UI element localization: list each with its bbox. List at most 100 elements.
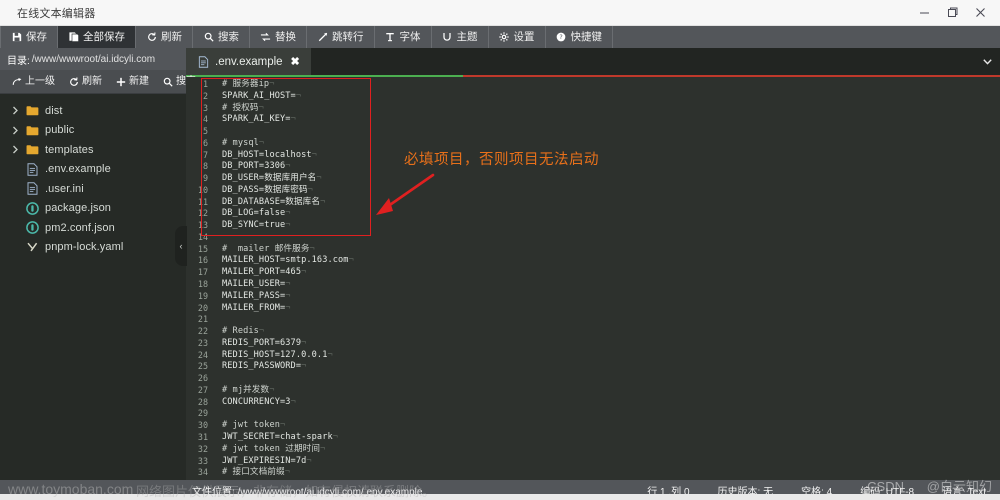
tree-item-user-ini[interactable]: .user.ini bbox=[0, 179, 186, 199]
toolbar-button-save[interactable]: 保存 bbox=[0, 26, 58, 48]
annotation-text: 必填项目，否则项目无法启动 bbox=[404, 152, 599, 168]
code-line-text[interactable]: SPARK_AI_KEY=¬ bbox=[214, 114, 1000, 126]
code-line-text[interactable]: DB_DATABASE=数据库名¬ bbox=[214, 197, 1000, 209]
tree-item-env-example[interactable]: .env.example bbox=[0, 160, 186, 180]
file-action-refresh[interactable]: 刷新 bbox=[63, 75, 108, 87]
file-actions-bar: 上一级 刷新 新建 搜 bbox=[0, 70, 196, 94]
code-line-text[interactable]: DB_PORT=3306¬ bbox=[214, 161, 1000, 173]
file-icon bbox=[26, 163, 39, 176]
tree-item-pnpm-lock-yaml[interactable]: pnpm-lock.yaml bbox=[0, 238, 186, 258]
code-line-text[interactable]: # mailer 邮件服务¬ bbox=[214, 244, 1000, 256]
code-line-text[interactable]: # 授权码¬ bbox=[214, 103, 1000, 115]
eol-marker: ¬ bbox=[285, 302, 291, 313]
eol-marker: ¬ bbox=[320, 196, 326, 207]
code-editor[interactable]: 1 # 服务器ip¬ 2 SPARK_AI_HOST=¬ 3 # 授权码¬ 4 SPARK_A… bbox=[186, 77, 1000, 480]
maximize-icon[interactable] bbox=[938, 0, 966, 26]
code-line: 24 REDIS_HOST=127.0.0.1¬ bbox=[186, 350, 1000, 362]
line-number: 8 bbox=[202, 161, 208, 172]
toolbar-button-font[interactable]: 字体 bbox=[375, 26, 432, 48]
code-line-text[interactable]: DB_USER=数据库用户名¬ bbox=[214, 173, 1000, 185]
toolbar-label: 字体 bbox=[399, 30, 421, 43]
chevron-right-icon[interactable] bbox=[11, 126, 20, 135]
line-number: 3 bbox=[202, 102, 208, 113]
chevron-down-icon[interactable] bbox=[974, 48, 1000, 75]
code-line-text[interactable]: MAILER_PASS=¬ bbox=[214, 291, 1000, 303]
code-line-text[interactable]: REDIS_HOST=127.0.0.1¬ bbox=[214, 350, 1000, 362]
file-action-new[interactable]: 新建 bbox=[110, 76, 155, 87]
code-line-text[interactable]: JWT_EXPIRESIN=7d¬ bbox=[214, 456, 1000, 468]
toolbar-label: 替换 bbox=[275, 30, 296, 43]
toolbar-label: 主题 bbox=[456, 30, 478, 43]
toolbar-button-goto-line[interactable]: 跳转行 bbox=[307, 26, 375, 48]
code-line-text[interactable]: REDIS_PASSWORD=¬ bbox=[214, 361, 1000, 373]
toolbar-button-save-all[interactable]: 全部保存 bbox=[58, 26, 136, 48]
toolbar-button-shortcuts[interactable]: ? 快捷键 bbox=[546, 26, 613, 48]
code-line-text[interactable]: CONCURRENCY=3¬ bbox=[214, 397, 1000, 409]
tree-item-label: templates bbox=[45, 143, 94, 156]
line-number: 23 bbox=[197, 337, 208, 348]
yaml-file-icon bbox=[26, 241, 39, 254]
code-line-text[interactable]: MAILER_HOST=smtp.163.com¬ bbox=[214, 255, 1000, 267]
line-number: 20 bbox=[197, 302, 208, 313]
toolbar-button-search[interactable]: 搜索 bbox=[193, 26, 250, 48]
code-line-text[interactable]: MAILER_USER=¬ bbox=[214, 279, 1000, 291]
tree-item-templates[interactable]: templates bbox=[0, 140, 186, 160]
code-line-text[interactable]: DB_HOST=localhost¬ bbox=[214, 150, 1000, 162]
eol-marker: ¬ bbox=[285, 279, 291, 290]
toolbar-button-refresh[interactable]: 刷新 bbox=[136, 26, 193, 48]
tree-item-label: .env.example bbox=[45, 163, 111, 176]
file-action-label: 刷新 bbox=[82, 75, 102, 87]
code-line: 18 MAILER_USER=¬ bbox=[186, 279, 1000, 291]
code-line-text[interactable]: SPARK_AI_HOST=¬ bbox=[214, 91, 1000, 103]
minimize-icon[interactable] bbox=[910, 0, 938, 26]
tree-item-label: public bbox=[45, 124, 75, 137]
code-line-text[interactable]: JWT_SECRET=chat-spark¬ bbox=[214, 432, 1000, 444]
sidebar-collapse-handle[interactable]: ‹ bbox=[175, 226, 187, 266]
code-line-text[interactable]: # jwt token 过期时间¬ bbox=[214, 444, 1000, 456]
tree-item-package-json[interactable]: package.json bbox=[0, 199, 186, 219]
code-line-text[interactable]: MAILER_FROM=¬ bbox=[214, 303, 1000, 315]
eol-marker: ¬ bbox=[290, 114, 296, 125]
tree-item-pm2-conf-json[interactable]: pm2.conf.json bbox=[0, 218, 186, 238]
code-line-text[interactable]: REDIS_PORT=6379¬ bbox=[214, 338, 1000, 350]
toolbar-button-theme[interactable]: 主题 bbox=[432, 26, 489, 48]
eol-marker: ¬ bbox=[285, 290, 291, 301]
code-line: 31 JWT_SECRET=chat-spark¬ bbox=[186, 432, 1000, 444]
code-line: 33 JWT_EXPIRESIN=7d¬ bbox=[186, 456, 1000, 468]
refresh-icon bbox=[146, 32, 157, 43]
code-line-text[interactable]: # Redis¬ bbox=[214, 326, 1000, 338]
line-number: 14 bbox=[197, 231, 208, 242]
code-line-text[interactable]: MAILER_PORT=465¬ bbox=[214, 267, 1000, 279]
tree-item-dist[interactable]: dist bbox=[0, 101, 186, 121]
toolbar-label: 跳转行 bbox=[332, 30, 364, 43]
file-action-label: 上一级 bbox=[25, 75, 55, 87]
tree-item-public[interactable]: public bbox=[0, 121, 186, 141]
code-line-text[interactable]: # mysql¬ bbox=[214, 138, 1000, 150]
code-line-text[interactable]: DB_PASS=数据库密码¬ bbox=[214, 185, 1000, 197]
close-icon[interactable] bbox=[966, 0, 994, 26]
eol-marker: ¬ bbox=[327, 349, 333, 360]
keyboard-shortcut-icon: ? bbox=[556, 32, 567, 43]
chevron-right-icon[interactable] bbox=[11, 145, 20, 154]
code-line-text[interactable]: DB_LOG=false¬ bbox=[214, 208, 1000, 220]
code-line-text[interactable]: # jwt token¬ bbox=[214, 420, 1000, 432]
toolbar-label: 刷新 bbox=[161, 30, 182, 43]
tab-env-example[interactable]: .env.example ✖ bbox=[186, 48, 311, 75]
search-icon bbox=[163, 77, 173, 87]
code-line-text[interactable]: # 接口文档前缀¬ bbox=[214, 467, 1000, 479]
toolbar-button-settings[interactable]: 设置 bbox=[489, 26, 546, 48]
code-line: 20 MAILER_FROM=¬ bbox=[186, 303, 1000, 315]
close-icon[interactable]: ✖ bbox=[291, 55, 300, 68]
chevron-right-icon[interactable] bbox=[11, 106, 20, 115]
file-action-up-level[interactable]: 上一级 bbox=[6, 75, 61, 87]
annotation-arrow-icon bbox=[376, 173, 435, 215]
eol-marker: ¬ bbox=[285, 161, 291, 172]
tab-label: .env.example bbox=[215, 55, 283, 68]
toolbar-button-replace[interactable]: 替换 bbox=[250, 26, 307, 48]
eol-marker: ¬ bbox=[285, 220, 291, 231]
line-number: 17 bbox=[197, 267, 208, 278]
code-line-text[interactable]: # mj并发数¬ bbox=[214, 385, 1000, 397]
code-line-text[interactable]: DB_SYNC=true¬ bbox=[214, 220, 1000, 232]
code-line-text[interactable]: # 服务器ip¬ bbox=[214, 79, 1000, 91]
refresh-icon bbox=[69, 76, 79, 87]
